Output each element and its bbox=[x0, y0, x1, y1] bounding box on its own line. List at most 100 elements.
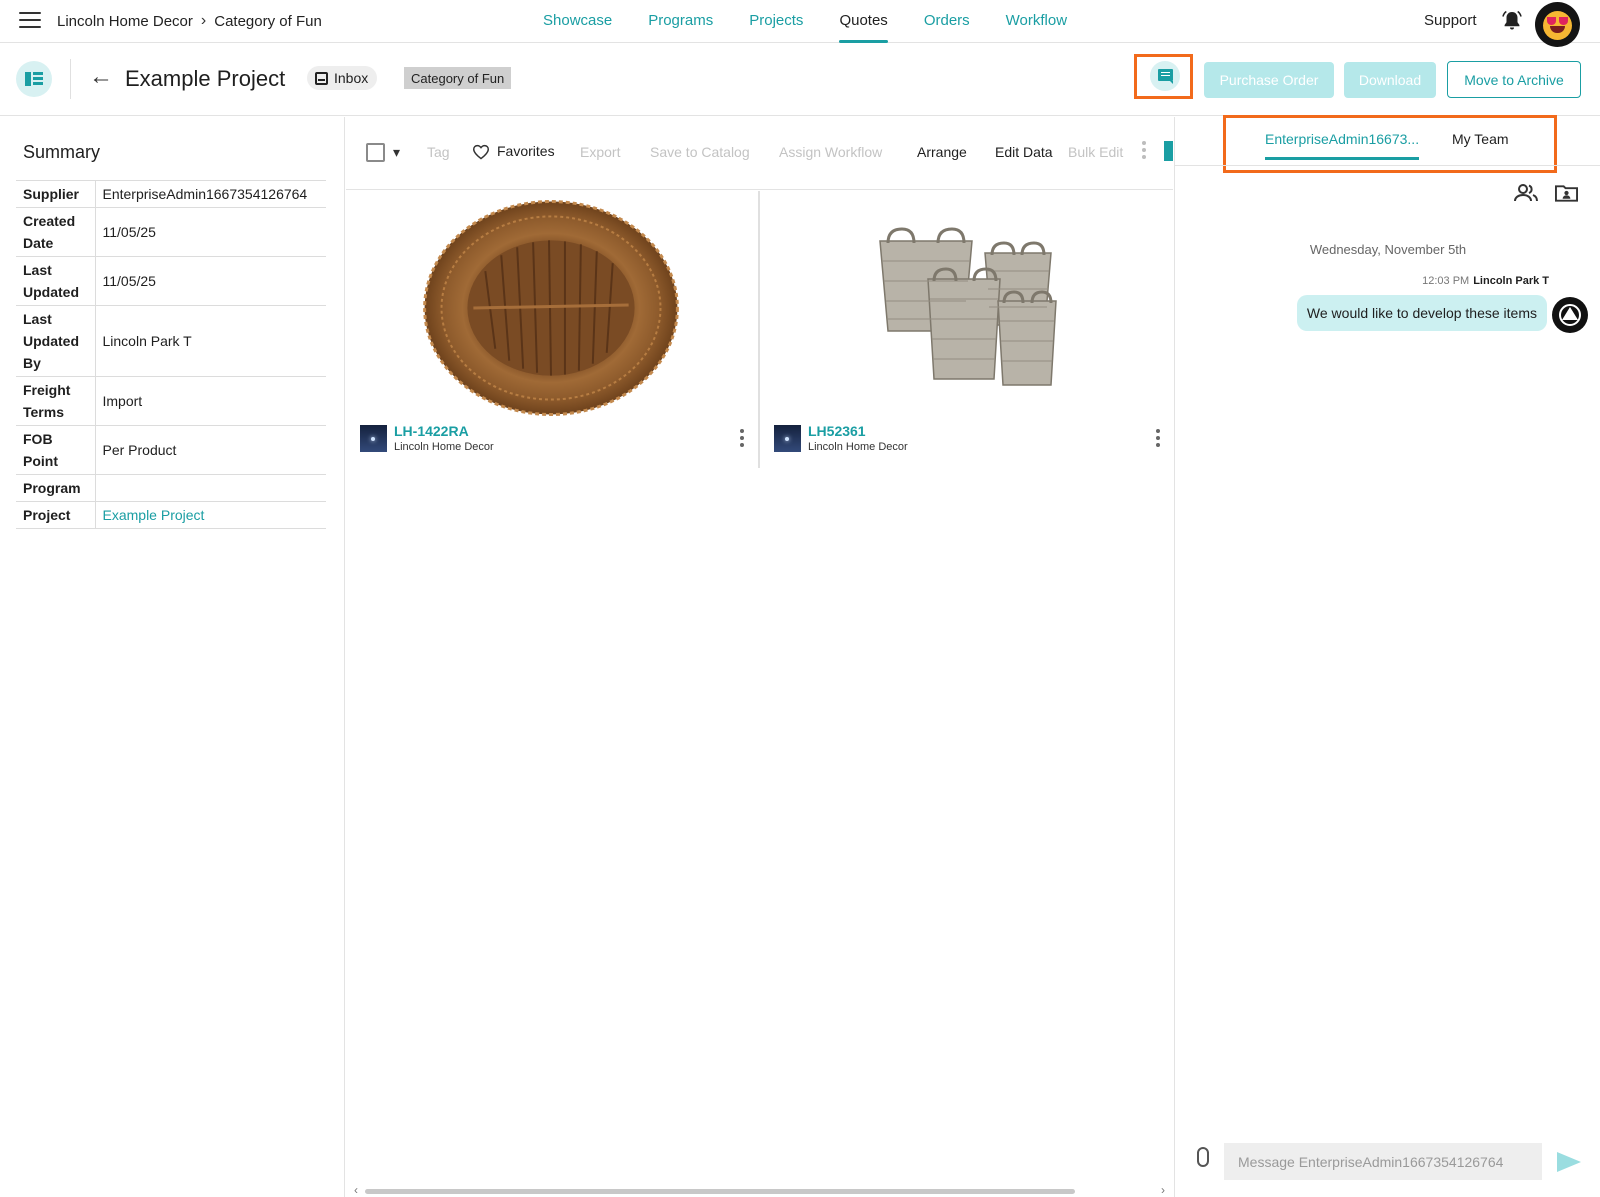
select-all-checkbox[interactable] bbox=[366, 143, 385, 162]
vendor-logo bbox=[774, 425, 801, 452]
arrange-button[interactable]: Arrange bbox=[917, 144, 967, 160]
bulk-edit-button[interactable]: Bulk Edit bbox=[1068, 144, 1123, 160]
product-toolbar: ▾ Tag Favorites Export Save to Catalog A… bbox=[346, 117, 1173, 190]
folder-icon[interactable] bbox=[1555, 184, 1578, 202]
nav-orders[interactable]: Orders bbox=[906, 0, 988, 43]
send-icon[interactable] bbox=[1557, 1152, 1581, 1172]
download-button[interactable]: Download bbox=[1344, 62, 1436, 98]
summary-key: Program bbox=[16, 474, 96, 502]
heart-icon[interactable] bbox=[472, 144, 490, 160]
table-row: Created Date 11/05/25 bbox=[16, 207, 326, 257]
chevron-right-icon: › bbox=[200, 12, 207, 29]
summary-heading: Summary bbox=[23, 142, 101, 162]
product-vendor: Lincoln Home Decor bbox=[808, 441, 908, 453]
vendor-logo bbox=[360, 425, 387, 452]
export-button[interactable]: Export bbox=[580, 144, 620, 160]
save-to-catalog-button[interactable]: Save to Catalog bbox=[650, 144, 750, 160]
card-menu-icon[interactable] bbox=[1156, 429, 1160, 450]
project-link[interactable]: Example Project bbox=[95, 501, 326, 529]
divider bbox=[70, 59, 71, 99]
user-avatar[interactable] bbox=[1535, 2, 1580, 47]
nav-projects[interactable]: Projects bbox=[731, 0, 821, 43]
summary-value: 11/05/25 bbox=[95, 256, 326, 306]
table-row: Last Updated By Lincoln Park T bbox=[16, 305, 326, 377]
category-tag: Category of Fun bbox=[404, 67, 512, 89]
chat-toggle-button[interactable] bbox=[1150, 61, 1180, 91]
summary-key: Freight Terms bbox=[16, 376, 96, 426]
support-link[interactable]: Support bbox=[1424, 12, 1477, 29]
nav-workflow[interactable]: Workflow bbox=[988, 0, 1085, 43]
summary-key: Last Updated By bbox=[16, 305, 96, 377]
summary-value: EnterpriseAdmin1667354126764 bbox=[95, 180, 326, 208]
summary-value: Per Product bbox=[95, 425, 326, 475]
message-time: 12:03 PM bbox=[1422, 275, 1470, 287]
scrollbar-thumb[interactable] bbox=[365, 1189, 1075, 1194]
breadcrumb-company[interactable]: Lincoln Home Decor bbox=[57, 13, 193, 30]
menu-icon[interactable] bbox=[19, 12, 41, 30]
inbox-icon bbox=[315, 71, 328, 85]
table-row: Last Updated 11/05/25 bbox=[16, 256, 326, 306]
favorites-button[interactable]: Favorites bbox=[497, 143, 555, 159]
chat-panel: EnterpriseAdmin16673... My Team Wednesda… bbox=[1174, 115, 1600, 1197]
move-to-archive-button[interactable]: Move to Archive bbox=[1447, 61, 1581, 98]
summary-panel: Summary Supplier EnterpriseAdmin16673541… bbox=[0, 117, 345, 1197]
project-header: ← Example Project Inbox Category of Fun … bbox=[0, 43, 1600, 116]
product-sku-link[interactable]: LH-1422RA bbox=[394, 423, 469, 439]
back-arrow-icon[interactable]: ← bbox=[89, 65, 113, 89]
product-image[interactable] bbox=[346, 191, 758, 421]
nav-quotes[interactable]: Quotes bbox=[821, 0, 905, 43]
message-author: Lincoln Park T bbox=[1473, 275, 1549, 287]
top-nav: Lincoln Home Decor › Category of Fun Sho… bbox=[0, 0, 1600, 47]
message-bubble: We would like to develop these items bbox=[1296, 295, 1547, 331]
horizontal-scrollbar[interactable]: ‹ › bbox=[354, 1183, 1165, 1197]
scroll-right-icon[interactable]: › bbox=[1161, 1183, 1165, 1197]
attachment-icon[interactable] bbox=[1197, 1147, 1209, 1167]
inbox-label: Inbox bbox=[334, 70, 369, 86]
product-card[interactable]: LH-1422RA Lincoln Home Decor bbox=[346, 191, 760, 468]
scroll-left-icon[interactable]: ‹ bbox=[354, 1183, 358, 1197]
breadcrumb-category[interactable]: Category of Fun bbox=[214, 13, 322, 30]
product-image[interactable] bbox=[760, 191, 1174, 421]
nav-programs[interactable]: Programs bbox=[630, 0, 731, 43]
summary-value: Import bbox=[95, 376, 326, 426]
sidebar-toggle-icon[interactable] bbox=[16, 61, 52, 97]
bell-icon[interactable] bbox=[1500, 9, 1524, 33]
summary-value: Lincoln Park T bbox=[95, 305, 326, 377]
people-icon[interactable] bbox=[1514, 183, 1538, 203]
summary-key: Created Date bbox=[16, 207, 96, 257]
card-menu-icon[interactable] bbox=[740, 429, 744, 450]
message-input[interactable] bbox=[1224, 1143, 1542, 1180]
summary-value: 11/05/25 bbox=[95, 207, 326, 257]
product-sku-link[interactable]: LH52361 bbox=[808, 423, 866, 439]
table-row: FOB Point Per Product bbox=[16, 425, 326, 475]
grid-view-icon[interactable] bbox=[1164, 141, 1173, 161]
purchase-order-button[interactable]: Purchase Order bbox=[1204, 62, 1334, 98]
assign-workflow-button[interactable]: Assign Workflow bbox=[779, 144, 882, 160]
page-title: Example Project bbox=[125, 66, 286, 91]
summary-key: Project bbox=[16, 501, 96, 529]
summary-key: Last Updated bbox=[16, 256, 96, 306]
tag-button[interactable]: Tag bbox=[427, 144, 450, 160]
product-vendor: Lincoln Home Decor bbox=[394, 441, 494, 453]
tab-enterprise-admin[interactable]: EnterpriseAdmin16673... bbox=[1265, 131, 1420, 160]
breadcrumb: Lincoln Home Decor › Category of Fun bbox=[57, 12, 322, 30]
author-avatar bbox=[1552, 297, 1588, 333]
summary-value bbox=[95, 474, 326, 502]
chevron-down-icon[interactable]: ▾ bbox=[393, 144, 400, 161]
tab-my-team[interactable]: My Team bbox=[1452, 131, 1509, 147]
table-row: Program bbox=[16, 474, 326, 502]
table-row: Project Example Project bbox=[16, 501, 326, 529]
chat-date-separator: Wednesday, November 5th bbox=[1309, 242, 1467, 257]
product-card[interactable]: LH52361 Lincoln Home Decor bbox=[760, 191, 1174, 468]
summary-key: Supplier bbox=[16, 180, 96, 208]
table-row: Freight Terms Import bbox=[16, 376, 326, 426]
summary-key: FOB Point bbox=[16, 425, 96, 475]
chat-icon bbox=[1158, 69, 1173, 84]
nav-showcase[interactable]: Showcase bbox=[525, 0, 630, 43]
summary-table: Supplier EnterpriseAdmin1667354126764 Cr… bbox=[16, 180, 326, 529]
edit-data-button[interactable]: Edit Data bbox=[995, 144, 1053, 160]
inbox-badge[interactable]: Inbox bbox=[307, 66, 378, 90]
more-options-icon[interactable] bbox=[1142, 141, 1146, 161]
message-meta: 12:03 PM Lincoln Park T bbox=[1422, 275, 1549, 287]
main-nav: Showcase Programs Projects Quotes Orders… bbox=[525, 0, 1085, 43]
